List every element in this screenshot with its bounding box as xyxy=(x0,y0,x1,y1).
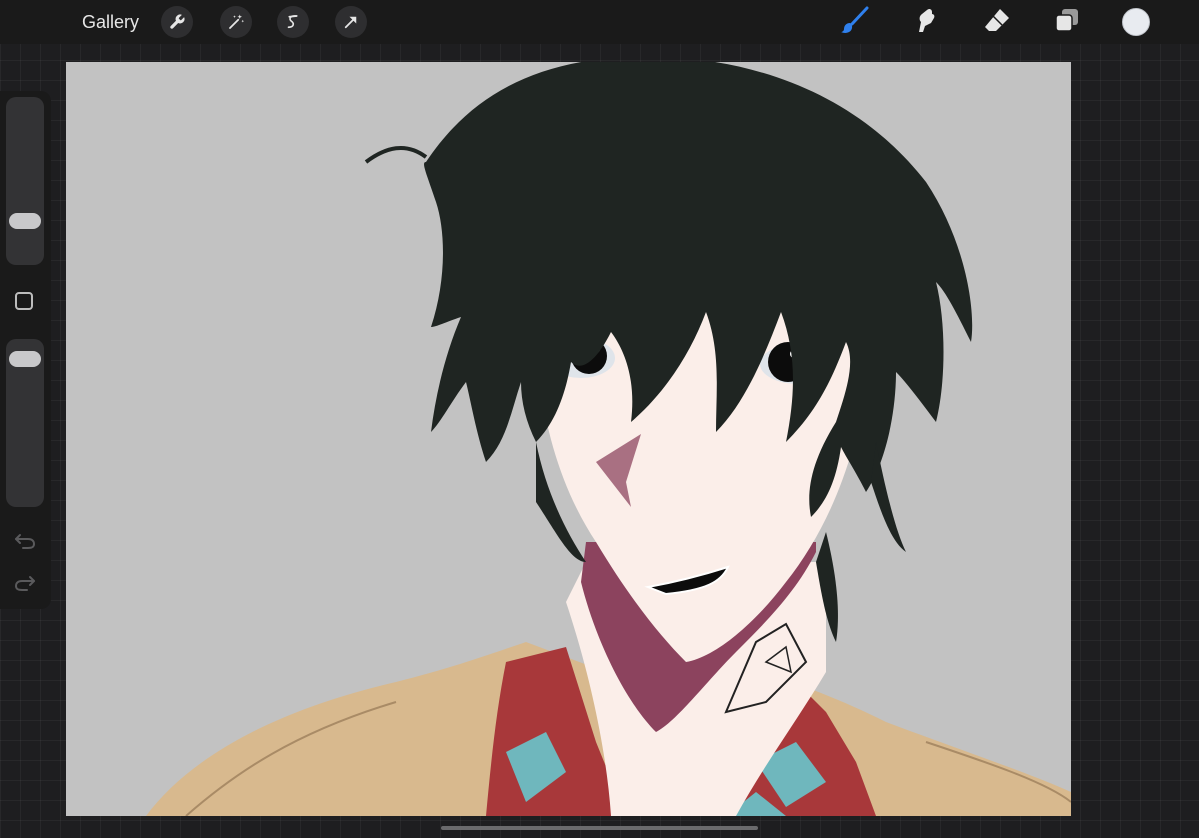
smudge-button[interactable] xyxy=(910,7,940,37)
opacity-thumb[interactable] xyxy=(9,351,41,368)
actions-button[interactable] xyxy=(161,6,193,38)
home-indicator xyxy=(441,826,758,830)
selection-icon xyxy=(284,13,302,31)
wrench-icon xyxy=(168,13,186,31)
modify-button[interactable] xyxy=(15,292,33,310)
smudge-icon xyxy=(911,6,939,39)
adjustments-button[interactable] xyxy=(220,6,252,38)
redo-button[interactable] xyxy=(13,573,37,597)
top-toolbar: Gallery xyxy=(0,0,1199,44)
opacity-slider[interactable] xyxy=(6,339,44,507)
eraser-icon xyxy=(983,6,1011,39)
undo-icon xyxy=(14,530,36,557)
gallery-button[interactable]: Gallery xyxy=(82,11,139,33)
paintbrush-icon xyxy=(840,5,870,40)
selection-button[interactable] xyxy=(277,6,309,38)
drawing-canvas[interactable] xyxy=(66,62,1071,816)
undo-button[interactable] xyxy=(13,531,37,555)
transform-button[interactable] xyxy=(335,6,367,38)
color-swatch[interactable] xyxy=(1122,8,1150,36)
left-sidebar xyxy=(0,91,51,609)
layers-button[interactable] xyxy=(1052,7,1082,37)
transform-arrow-icon xyxy=(342,13,360,31)
artwork-illustration xyxy=(146,62,1071,816)
brush-size-slider[interactable] xyxy=(6,97,44,265)
hair-strand xyxy=(871,442,906,552)
brush-size-thumb[interactable] xyxy=(9,212,41,229)
redo-icon xyxy=(14,572,36,599)
layers-icon xyxy=(1054,7,1080,38)
magic-wand-icon xyxy=(227,13,245,31)
hair-flyaway xyxy=(364,145,428,164)
paintbrush-button[interactable] xyxy=(840,5,870,40)
eraser-button[interactable] xyxy=(982,7,1012,37)
